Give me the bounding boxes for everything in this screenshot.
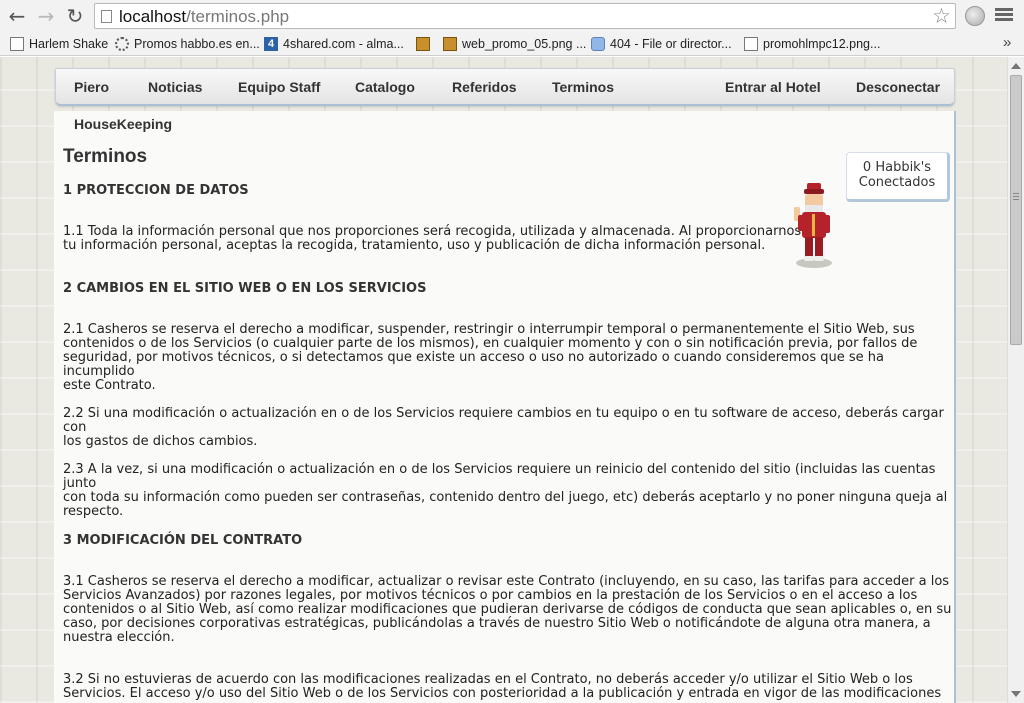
bookmark-promohlmpc12[interactable]: promohlmpc12.png... xyxy=(744,35,880,53)
text-line: Servicios Avanzados) por razones legales… xyxy=(63,588,918,603)
page-background: Piero Noticias Equipo Staff Catalogo Ref… xyxy=(0,57,1007,703)
text-line: 2.1 Casheros se reserva el derecho a mod… xyxy=(63,322,915,337)
reload-icon[interactable]: ↻ xyxy=(64,5,86,27)
scroll-down-arrow-icon[interactable] xyxy=(1011,691,1021,697)
paragraph-2-3: 2.3 A la vez, si una modificación o actu… xyxy=(63,463,954,519)
text-line: este Contrato. xyxy=(63,378,156,393)
section-heading: 2 CAMBIOS EN EL SITIO WEB O EN LOS SERVI… xyxy=(63,281,427,296)
text-line: contenidos o de los Servicios (o cualqui… xyxy=(63,336,918,351)
bookmark-box[interactable] xyxy=(416,35,435,53)
4shared-icon: 4 xyxy=(264,37,278,51)
bookmark-label: Harlem Shake xyxy=(29,37,109,51)
text-line: seguridad, por motivos técnicos, o si de… xyxy=(63,350,885,379)
url-host: localhost xyxy=(119,7,187,26)
nav-piero[interactable]: Piero xyxy=(74,79,109,95)
cloud-icon xyxy=(591,37,605,51)
text-line: respecto. xyxy=(63,504,124,519)
text-line: con toda su información como pueden ser … xyxy=(63,490,948,505)
bookmark-star-icon[interactable]: ☆ xyxy=(932,4,951,28)
habbo-avatar-image xyxy=(794,183,832,268)
gear-icon xyxy=(115,37,129,51)
bookmark-4shared[interactable]: 4 4shared.com - alma... xyxy=(264,35,404,53)
bookmarks-more-button[interactable]: » xyxy=(1003,34,1011,51)
bookmark-harlem-shake[interactable]: Harlem Shake xyxy=(10,35,108,53)
browser-toolbar: ← → ↻ localhost/terminos.php ☆ xyxy=(0,0,1024,32)
nav-noticias[interactable]: Noticias xyxy=(148,79,202,95)
bookmark-label: 4shared.com - alma... xyxy=(283,37,404,51)
box-icon xyxy=(443,37,457,51)
site-navbar: Piero Noticias Equipo Staff Catalogo Ref… xyxy=(55,68,955,106)
text-line: 3.1 Casheros se reserva el derecho a mod… xyxy=(63,574,950,589)
online-count: 0 Habbik's xyxy=(862,160,932,175)
text-line: 2.2 Si una modificación o actualización … xyxy=(63,406,944,435)
bookmarks-bar: Harlem Shake Promos habbo.es en... 4 4sha… xyxy=(0,32,1024,56)
section-heading: 1 PROTECCION DE DATOS xyxy=(63,183,249,198)
url-path: /terminos.php xyxy=(186,7,290,26)
bookmark-label: promohlmpc12.png... xyxy=(763,37,881,51)
bookmark-404[interactable]: 404 - File or director... xyxy=(591,35,732,53)
online-label: Conectados xyxy=(858,175,936,190)
box-icon xyxy=(416,37,430,51)
bookmark-label: 404 - File or director... xyxy=(610,37,732,51)
text-line: 2.3 A la vez, si una modificación o actu… xyxy=(63,462,936,491)
menu-icon[interactable] xyxy=(995,6,1013,24)
page-icon xyxy=(101,10,112,23)
nav-entrar-hotel[interactable]: Entrar al Hotel xyxy=(725,79,821,95)
url-text[interactable]: localhost/terminos.php xyxy=(119,7,289,27)
paragraph-2-2: 2.2 Si una modificación o actualización … xyxy=(63,407,954,449)
text-line: caso, por decisiones corporativas estrat… xyxy=(63,616,931,631)
content-panel: HouseKeeping Terminos 1 PROTECCION DE DA… xyxy=(54,111,956,703)
bookmark-web-promo[interactable]: web_promo_05.png ... xyxy=(443,35,586,53)
page-scrollbar[interactable] xyxy=(1007,57,1024,703)
bookmark-label: Promos habbo.es en... xyxy=(134,37,260,51)
text-line: Servicios. El acceso y/o uso del Sitio W… xyxy=(63,686,942,701)
online-users-box: 0 Habbik's Conectados xyxy=(846,152,950,202)
text-line: 3.2 Si no estuvieras de acuerdo con las … xyxy=(63,672,913,687)
doc-icon xyxy=(10,37,24,51)
section-heading: 3 MODIFICACIÓN DEL CONTRATO xyxy=(63,533,303,548)
paragraph-1-1: 1.1 Toda la información personal que nos… xyxy=(63,225,801,253)
address-bar[interactable]: localhost/terminos.php ☆ xyxy=(94,3,956,29)
nav-referidos[interactable]: Referidos xyxy=(452,79,517,95)
paragraph-2-1: 2.1 Casheros se reserva el derecho a mod… xyxy=(63,323,954,393)
nav-terminos[interactable]: Terminos xyxy=(552,79,614,95)
bookmark-promos-habbo[interactable]: Promos habbo.es en... xyxy=(115,35,260,53)
nav-equipo-staff[interactable]: Equipo Staff xyxy=(238,79,320,95)
text-line: nuestra elección. xyxy=(63,630,175,645)
forward-arrow-icon[interactable]: → xyxy=(35,5,57,27)
text-line: los gastos de dichos cambios. xyxy=(63,434,258,449)
paragraph-3-1: 3.1 Casheros se reserva el derecho a mod… xyxy=(63,575,951,645)
doc-icon xyxy=(744,37,758,51)
scroll-up-arrow-icon[interactable] xyxy=(1011,63,1021,69)
paragraph-3-2: 3.2 Si no estuvieras de acuerdo con las … xyxy=(63,673,941,701)
nav-desconectar[interactable]: Desconectar xyxy=(856,79,940,95)
page-title: Terminos xyxy=(63,146,148,167)
nav-catalogo[interactable]: Catalogo xyxy=(355,79,415,95)
nav-housekeeping[interactable]: HouseKeeping xyxy=(74,116,172,132)
text-line: tu información personal, aceptas la reco… xyxy=(63,238,766,253)
text-line: 1.1 Toda la información personal que nos… xyxy=(63,224,802,239)
extension-icon[interactable] xyxy=(965,6,985,26)
back-arrow-icon[interactable]: ← xyxy=(6,5,28,27)
text-line: contenidos o al Sitio Web, así como real… xyxy=(63,602,952,617)
bookmark-label: web_promo_05.png ... xyxy=(462,37,587,51)
scrollbar-thumb[interactable] xyxy=(1010,75,1022,345)
